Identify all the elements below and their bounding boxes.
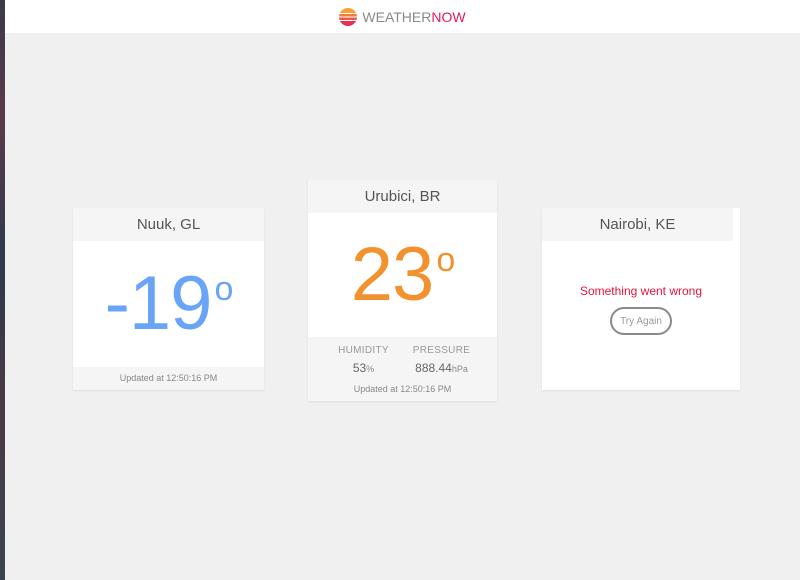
temperature-value: 23 (350, 232, 435, 317)
pressure-unit: hPa (451, 364, 468, 374)
weather-card-nuuk: Nuuk, GL -19 o Updated at 12:50:16 PM (73, 208, 264, 390)
card-city: Nairobi, KE (542, 208, 733, 241)
brand[interactable]: WEATHERNOW (339, 7, 466, 26)
pressure-value: 888.44 (415, 361, 452, 375)
card-body: Something went wrong Try Again (542, 241, 740, 390)
brand-weather: WEATHER (362, 8, 432, 25)
try-again-button[interactable]: Try Again (610, 307, 672, 335)
pressure-label: PRESSURE (412, 345, 471, 356)
card-city: Urubici, BR (308, 180, 497, 213)
brand-name: WEATHERNOW (362, 9, 465, 25)
temperature-value: -19 (104, 261, 213, 346)
updated-time: Updated at 12:50:16 PM (73, 367, 264, 390)
updated-time: Updated at 12:50:16 PM (353, 384, 452, 394)
weather-card-urubici: Urubici, BR 23 o HUMIDITY 53% PRESSURE 8… (308, 180, 497, 401)
humidity-unit: % (366, 364, 375, 374)
degree-symbol: o (436, 241, 455, 279)
degree-symbol: o (214, 270, 233, 308)
desktop-edge (0, 0, 5, 580)
card-details: HUMIDITY 53% PRESSURE 888.44hPa Updated … (308, 337, 497, 401)
weather-card-nairobi: Nairobi, KE Something went wrong Try Aga… (542, 208, 740, 390)
card-city: Nuuk, GL (73, 208, 264, 241)
sunset-icon (339, 7, 358, 26)
humidity-value: 53 (352, 361, 367, 375)
humidity-value-row: 53% (325, 361, 403, 375)
brand-now: NOW (431, 8, 466, 25)
card-body: -19 o (73, 241, 264, 367)
error-message: Something went wrong (579, 284, 703, 298)
pressure-value-row: 888.44hPa (403, 361, 481, 375)
card-body: 23 o (308, 213, 497, 337)
temperature: 23 o (350, 232, 455, 317)
humidity-stat: HUMIDITY 53% (325, 345, 403, 375)
pressure-stat: PRESSURE 888.44hPa (403, 345, 481, 375)
humidity-label: HUMIDITY (338, 345, 389, 356)
temperature: -19 o (104, 261, 234, 346)
app-header: WEATHERNOW (5, 0, 800, 33)
weather-stats: HUMIDITY 53% PRESSURE 888.44hPa (308, 345, 497, 375)
